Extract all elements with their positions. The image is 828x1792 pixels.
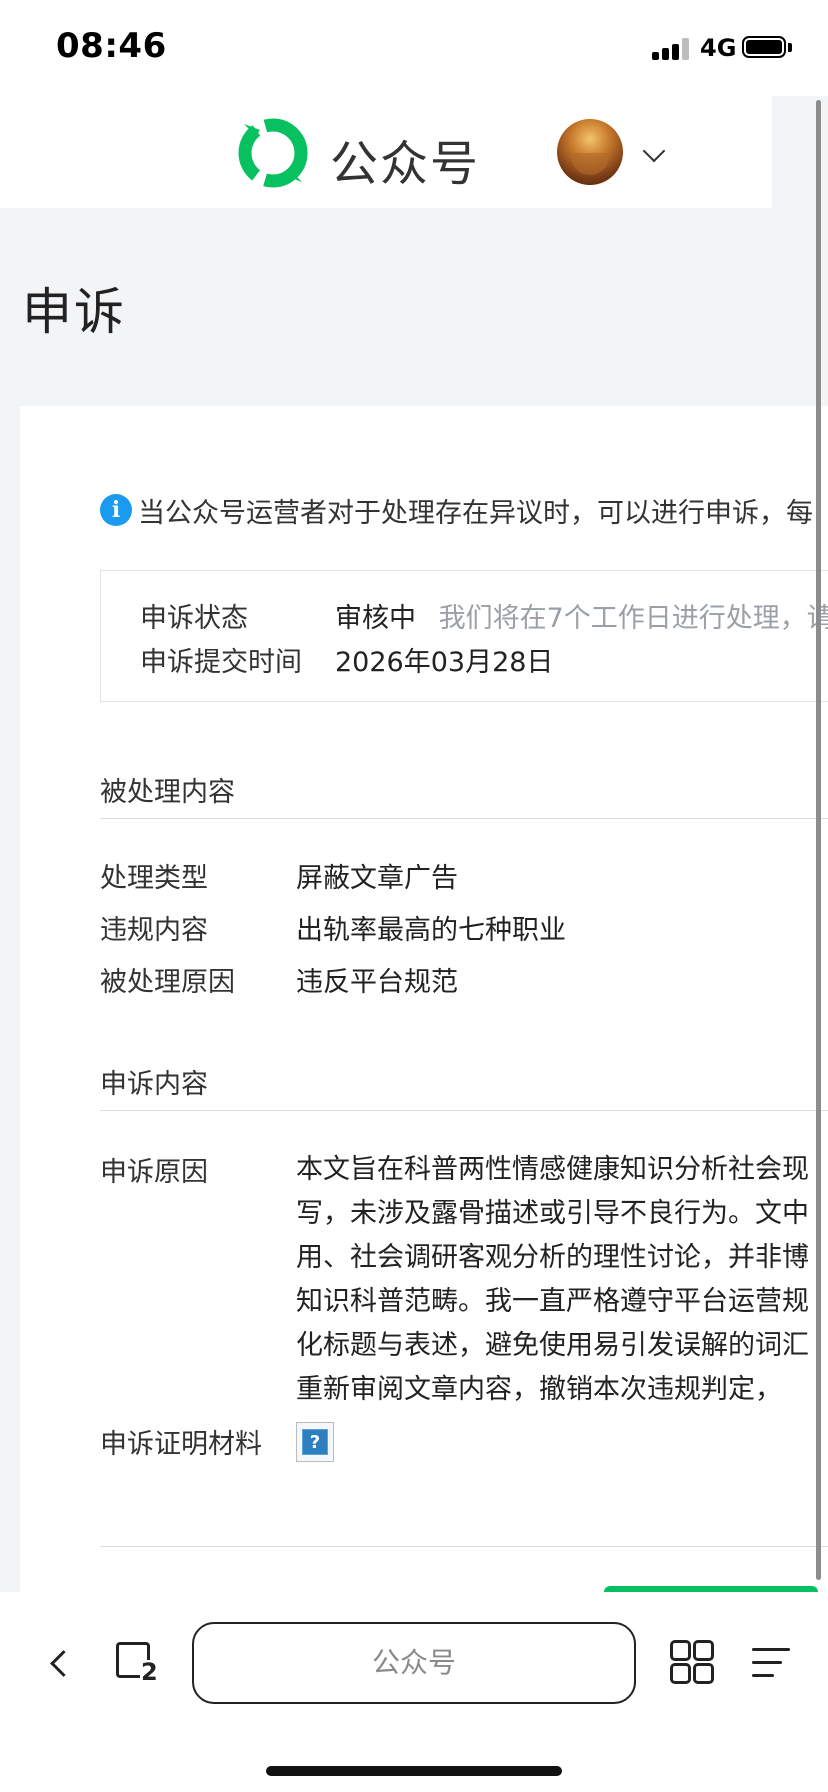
proof-image-thumbnail[interactable]: ? — [296, 1422, 334, 1462]
info-icon: i — [100, 494, 132, 526]
submit-time-label: 申诉提交时间 — [140, 647, 302, 678]
appeal-section-title: 申诉内容 — [100, 1069, 208, 1100]
process-type-label: 处理类型 — [100, 863, 208, 894]
status-value-row: 审核中 我们将在7个工作日进行处理，请 — [335, 596, 828, 635]
notice-banner: i 当公众号运营者对于处理存在异议时，可以进行申诉，每 — [100, 490, 813, 530]
back-icon[interactable] — [42, 1642, 76, 1682]
divider — [100, 1110, 828, 1111]
submit-time-value-row: 2026年03月28日 — [335, 640, 553, 679]
divider — [100, 818, 828, 819]
reason-line: 用、社会调研客观分析的理性讨论，并非博 — [296, 1242, 809, 1273]
violation-content-label: 违规内容 — [100, 915, 208, 946]
process-reason-value: 违反平台规范 — [296, 967, 458, 998]
appeal-reason-label: 申诉原因 — [100, 1157, 208, 1188]
reason-line: 本文旨在科普两性情感健康知识分析社会现 — [296, 1154, 809, 1185]
processed-section-title: 被处理内容 — [100, 777, 235, 808]
violation-article-link[interactable]: 出轨率最高的七种职业 — [296, 908, 566, 947]
wechat-official-logo-icon[interactable] — [238, 118, 308, 188]
process-type-value: 屏蔽文章广告 — [296, 863, 458, 894]
submit-time-row: 申诉提交时间 — [140, 640, 302, 679]
home-indicator — [266, 1766, 562, 1776]
grid-icon[interactable] — [670, 1640, 714, 1684]
battery-icon — [742, 36, 792, 62]
address-bar[interactable]: 公众号 — [192, 1622, 636, 1704]
status-bar: 08:46 4G — [0, 0, 828, 96]
broken-image-icon: ? — [302, 1429, 328, 1455]
page-title: 申诉 — [22, 283, 126, 341]
signal-icon — [652, 38, 692, 60]
divider — [100, 1546, 828, 1547]
process-reason-label: 被处理原因 — [100, 967, 235, 998]
status-label: 申诉状态 — [140, 603, 248, 634]
menu-icon[interactable] — [752, 1642, 794, 1682]
status-time: 08:46 — [56, 26, 167, 66]
status-value: 审核中 — [335, 603, 416, 634]
status-row: 申诉状态 — [140, 596, 248, 635]
reason-line: 知识科普范畴。我一直严格遵守平台运营规 — [296, 1286, 809, 1317]
appeal-status-box — [100, 570, 828, 702]
logo-text[interactable]: 公众号 — [330, 124, 480, 194]
tabs-icon[interactable]: 2 — [114, 1640, 159, 1686]
network-type: 4G — [700, 34, 737, 62]
scrollbar[interactable] — [816, 100, 821, 1580]
avatar[interactable] — [557, 119, 623, 185]
notice-text: 当公众号运营者对于处理存在异议时，可以进行申诉，每 — [138, 497, 813, 529]
tab-count: 2 — [140, 1658, 159, 1686]
reason-line: 写，未涉及露骨描述或引导不良行为。文中 — [296, 1198, 809, 1229]
reason-line: 化标题与表述，避免使用易引发误解的词汇 — [296, 1330, 809, 1361]
submit-time-value: 2026年03月28日 — [335, 647, 554, 678]
status-note: 我们将在7个工作日进行处理，请 — [438, 603, 828, 634]
proof-material-label: 申诉证明材料 — [100, 1429, 262, 1460]
appeal-reason-text: 本文旨在科普两性情感健康知识分析社会现 写，未涉及露骨描述或引导不良行为。文中 … — [296, 1148, 828, 1412]
reason-line: 重新审阅文章内容，撤销本次违规判定， — [296, 1374, 782, 1405]
